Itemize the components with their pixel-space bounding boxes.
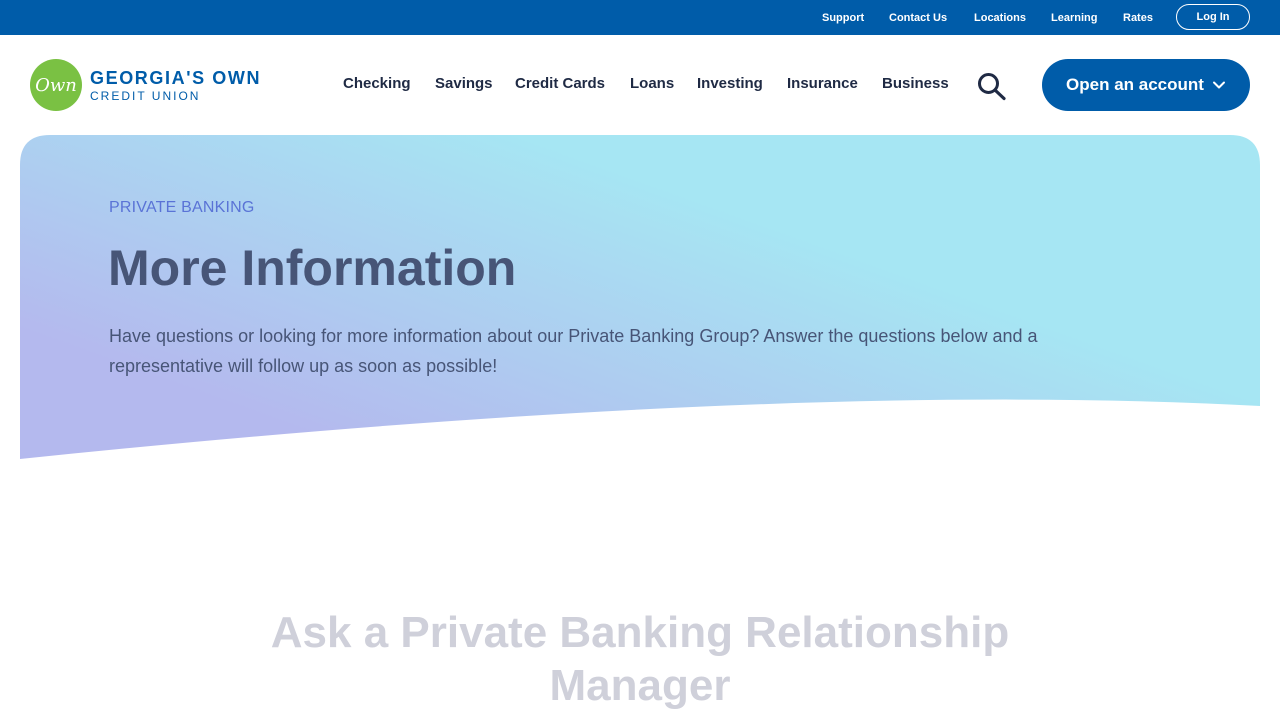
nav-insurance[interactable]: Insurance <box>787 75 858 92</box>
chevron-down-icon <box>1212 81 1225 89</box>
nav-checking[interactable]: Checking <box>343 75 411 92</box>
nav-business[interactable]: Business <box>882 75 949 92</box>
nav-credit-cards[interactable]: Credit Cards <box>515 75 605 92</box>
hero-description: Have questions or looking for more infor… <box>109 326 1038 376</box>
open-account-button[interactable]: Open an account <box>1042 59 1250 111</box>
page-title: More Information <box>108 240 517 296</box>
search-button[interactable] <box>976 71 1008 101</box>
nav-savings[interactable]: Savings <box>435 75 493 92</box>
hero-banner: PRIVATE BANKING More Information Have qu… <box>20 135 1260 465</box>
logo-line2: CREDIT UNION <box>90 88 201 103</box>
utility-link-locations[interactable]: Locations <box>974 12 1026 24</box>
utility-bar: Support Contact Us Locations Learning Ra… <box>0 0 1280 35</box>
section-title: Ask a Private Banking Relationship Manag… <box>270 608 1010 710</box>
hero-eyebrow: PRIVATE BANKING <box>109 199 255 216</box>
utility-link-contact-us[interactable]: Contact Us <box>889 12 947 24</box>
utility-link-rates[interactable]: Rates <box>1123 12 1153 24</box>
utility-link-support[interactable]: Support <box>822 12 864 24</box>
logo-wordmark: GEORGIA'S OWN CREDIT UNION <box>90 69 261 102</box>
login-button[interactable]: Log In <box>1176 4 1250 30</box>
logo-mark: Own <box>30 59 82 111</box>
search-icon <box>978 73 1006 101</box>
nav-loans[interactable]: Loans <box>630 75 674 92</box>
utility-link-learning[interactable]: Learning <box>1051 12 1097 24</box>
hero-background <box>20 135 1260 459</box>
open-account-label: Open an account <box>1066 75 1204 94</box>
logo[interactable]: Own GEORGIA'S OWN CREDIT UNION <box>30 59 261 111</box>
main-header: Own GEORGIA'S OWN CREDIT UNION Checking … <box>0 35 1280 135</box>
logo-line1: GEORGIA'S OWN <box>90 67 262 88</box>
nav-investing[interactable]: Investing <box>697 75 763 92</box>
